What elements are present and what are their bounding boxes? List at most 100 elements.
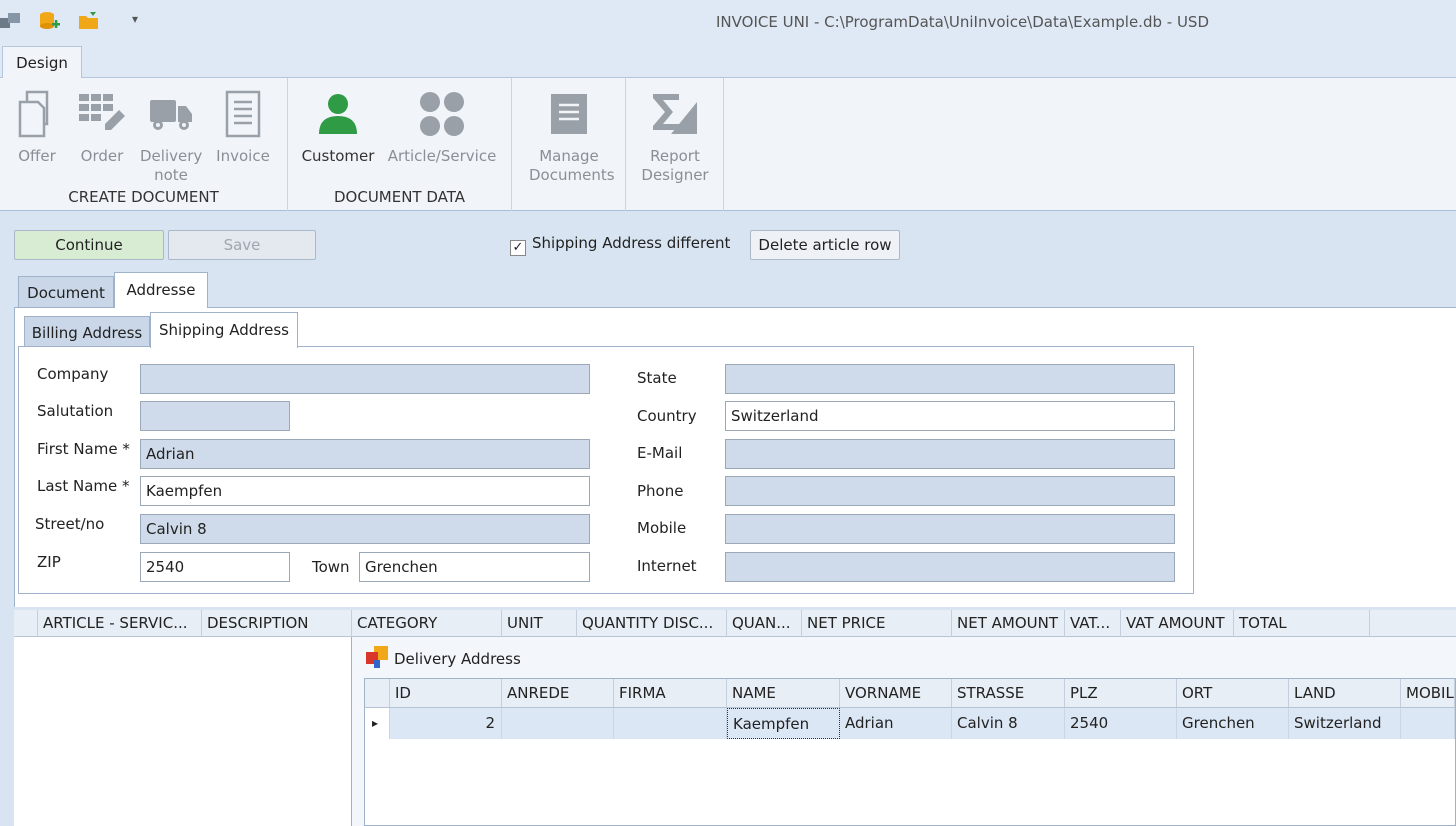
column-header[interactable]: ARTICLE - SERVIC... <box>38 610 202 637</box>
table-cell[interactable]: Switzerland <box>1289 708 1401 739</box>
column-header[interactable]: QUAN... <box>727 610 802 637</box>
table-cell[interactable]: 2 <box>390 708 502 739</box>
phone-field[interactable] <box>725 476 1175 506</box>
column-header[interactable]: LAND <box>1289 679 1401 708</box>
delivery-address-grid[interactable]: ID ANREDE FIRMA NAME VORNAME STRASSE PLZ… <box>364 678 1456 826</box>
town-field[interactable]: Grenchen <box>359 552 590 582</box>
column-header[interactable]: FIRMA <box>614 679 727 708</box>
tab-shipping-address[interactable]: Shipping Address <box>150 312 298 348</box>
street-field[interactable]: Calvin 8 <box>140 514 590 544</box>
shipping-different-checkbox[interactable]: ✓ Shipping Address different <box>510 234 730 256</box>
salutation-label: Salutation <box>37 402 114 420</box>
order-button[interactable]: Order <box>74 78 130 166</box>
invoice-icon <box>217 86 269 142</box>
state-field[interactable] <box>725 364 1175 394</box>
document-data-group-label: DOCUMENT DATA <box>333 188 466 206</box>
state-label: State <box>637 369 677 387</box>
column-header[interactable]: DESCRIPTION <box>202 610 352 637</box>
database-add-icon[interactable] <box>38 10 60 32</box>
continue-button[interactable]: Continue <box>14 230 164 260</box>
report-designer-button[interactable]: Report Designer <box>634 78 716 185</box>
offer-label: Offer <box>18 147 56 165</box>
column-header[interactable]: CATEGORY <box>352 610 502 637</box>
column-header[interactable]: VAT... <box>1065 610 1121 637</box>
title-bar: ▾ INVOICE UNI - C:\ProgramData\UniInvoic… <box>0 0 1456 46</box>
table-cell[interactable]: Adrian <box>840 708 952 739</box>
column-header[interactable]: PLZ <box>1065 679 1177 708</box>
detail-view-icon <box>366 646 388 668</box>
table-cell[interactable]: Calvin 8 <box>952 708 1065 739</box>
salutation-field[interactable] <box>140 401 290 431</box>
tab-document[interactable]: Document <box>18 276 114 308</box>
delivery-note-label: Delivery note <box>140 147 203 184</box>
column-header[interactable]: QUANTITY DISC... <box>577 610 727 637</box>
column-header[interactable]: TOTAL <box>1234 610 1370 637</box>
customer-icon <box>312 86 364 142</box>
ribbon-group-manage: Manage Documents <box>512 78 626 211</box>
company-label: Company <box>37 365 109 383</box>
column-header[interactable]: UNIT <box>502 610 577 637</box>
table-cell[interactable]: Kaempfen <box>727 708 840 739</box>
column-header[interactable]: NET AMOUNT <box>952 610 1065 637</box>
tab-addresse[interactable]: Addresse <box>114 272 208 308</box>
last-name-label: Last Name * <box>37 477 130 495</box>
table-cell[interactable] <box>502 708 614 739</box>
country-field[interactable]: Switzerland <box>725 401 1175 431</box>
article-service-label: Article/Service <box>387 147 497 165</box>
create-document-group-label: CREATE DOCUMENT <box>68 188 219 206</box>
column-header[interactable]: NET PRICE <box>802 610 952 637</box>
app-icon[interactable] <box>0 10 22 32</box>
email-field[interactable] <box>725 439 1175 469</box>
save-button[interactable]: Save <box>168 230 316 260</box>
table-cell[interactable]: Grenchen <box>1177 708 1289 739</box>
internet-field[interactable] <box>725 552 1175 582</box>
phone-label: Phone <box>637 482 684 500</box>
company-field[interactable] <box>140 364 590 394</box>
first-name-field[interactable]: Adrian <box>140 439 590 469</box>
invoice-label: Invoice <box>216 147 270 165</box>
row-indicator-icon[interactable]: ▸ <box>365 708 390 739</box>
delete-article-row-button[interactable]: Delete article row <box>750 230 900 260</box>
column-header[interactable]: ORT <box>1177 679 1289 708</box>
offer-icon <box>11 86 63 142</box>
order-label: Order <box>80 147 124 165</box>
zip-field[interactable]: 2540 <box>140 552 290 582</box>
table-cell[interactable]: 2540 <box>1065 708 1177 739</box>
column-header[interactable]: ANREDE <box>502 679 614 708</box>
customer-label: Customer <box>301 147 375 165</box>
folder-open-icon[interactable] <box>78 10 100 32</box>
table-cell[interactable] <box>614 708 727 739</box>
mobile-field[interactable] <box>725 514 1175 544</box>
article-grid-body[interactable] <box>14 637 352 826</box>
street-label: Street/no <box>35 515 105 533</box>
offer-button[interactable]: Offer <box>10 78 64 166</box>
town-label: Town <box>312 558 350 576</box>
customize-dropdown-icon[interactable]: ▾ <box>132 12 154 34</box>
manage-documents-label: Manage Documents <box>529 147 615 184</box>
table-cell[interactable] <box>1401 708 1455 739</box>
article-service-button[interactable]: Article/Service <box>386 78 498 166</box>
column-header[interactable]: VAT AMOUNT <box>1121 610 1234 637</box>
column-header[interactable]: ID <box>390 679 502 708</box>
shipping-address-form: Company Salutation First Name * Adrian L… <box>18 346 1194 594</box>
column-header[interactable]: NAME <box>727 679 840 708</box>
ribbon-group-report: Report Designer <box>626 78 724 211</box>
customer-button[interactable]: Customer <box>300 78 376 166</box>
last-name-field[interactable]: Kaempfen <box>140 476 590 506</box>
checkbox-box[interactable]: ✓ <box>510 240 526 256</box>
tab-billing-address[interactable]: Billing Address <box>24 316 150 348</box>
first-name-label: First Name * <box>37 440 130 458</box>
tab-design[interactable]: Design <box>2 46 82 78</box>
report-designer-label: Report Designer <box>641 147 709 184</box>
grid-row-indicator-header <box>14 610 38 637</box>
column-header[interactable]: VORNAME <box>840 679 952 708</box>
manage-documents-button[interactable]: Manage Documents <box>524 78 615 185</box>
delivery-note-button[interactable]: Delivery note <box>138 78 204 185</box>
column-header[interactable]: MOBIL <box>1401 679 1455 708</box>
invoice-button[interactable]: Invoice <box>212 78 274 166</box>
column-header[interactable]: STRASSE <box>952 679 1065 708</box>
mobile-label: Mobile <box>637 519 687 537</box>
delivery-address-title: Delivery Address <box>366 646 521 670</box>
ribbon-group-document-data: Customer Article/Service DOCUMENT DATA <box>288 78 512 211</box>
shipping-different-label: Shipping Address different <box>532 234 731 252</box>
